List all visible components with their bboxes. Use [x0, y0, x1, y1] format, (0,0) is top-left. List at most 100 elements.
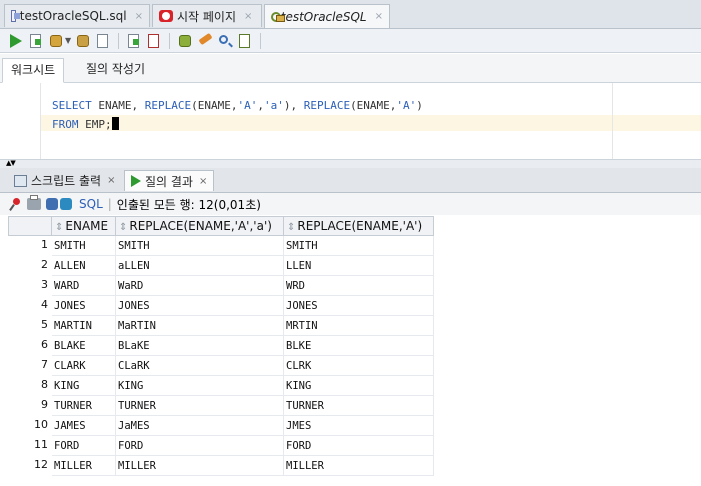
tab-worksheet[interactable]: 워크시트	[2, 58, 65, 83]
table-cell[interactable]: JMES	[284, 416, 434, 436]
row-number: 2	[41, 258, 48, 271]
table-cell[interactable]: KING	[116, 376, 284, 396]
tab-query-builder[interactable]: 질의 작성기	[78, 58, 153, 81]
close-icon[interactable]: ×	[244, 11, 252, 22]
table-cell[interactable]: JONES	[284, 296, 434, 316]
table-cell[interactable]: WRD	[284, 276, 434, 296]
sort-icon[interactable]: ⇕	[119, 222, 127, 233]
current-line-highlight	[41, 115, 701, 131]
table-cell[interactable]: BLaKE	[116, 336, 284, 356]
table-cell[interactable]: ALLEN	[52, 256, 116, 276]
column-header-replace-a-a[interactable]: ⇕ REPLACE(ENAME,'A','a')	[116, 216, 284, 236]
doc-tab-label: testOracleSQL	[280, 9, 367, 24]
table-cell[interactable]: JONES	[116, 296, 284, 316]
doc-tab-start-page[interactable]: 시작 페이지 ×	[152, 4, 262, 27]
doc-tab-label: testOracleSQL.sql	[19, 9, 127, 23]
find-icon[interactable]	[217, 33, 233, 49]
code-text: )	[416, 99, 423, 112]
table-cell[interactable]: SMITH	[52, 236, 116, 256]
code-text: (ENAME,	[350, 99, 397, 112]
table-cell[interactable]: FORD	[284, 436, 434, 456]
format-icon[interactable]	[237, 33, 253, 49]
tab-query-result[interactable]: 질의 결과 ×	[124, 170, 215, 191]
doc-tab-sql-file[interactable]: testOracleSQL.sql ×	[4, 4, 150, 27]
autotrace-icon[interactable]	[126, 33, 142, 49]
table-cell[interactable]: MaRTIN	[116, 316, 284, 336]
row-number: 11	[34, 438, 48, 451]
column-header-ename[interactable]: ⇕ ENAME	[52, 216, 116, 236]
sql-history-icon[interactable]	[177, 33, 193, 49]
code-keyword: SELECT	[52, 99, 92, 112]
column-header-replace-a[interactable]: ⇕ REPLACE(ENAME,'A')	[284, 216, 434, 236]
table-cell[interactable]: CLRK	[284, 356, 434, 376]
table-cell[interactable]: MILLER	[116, 456, 284, 476]
run-statement-icon[interactable]	[8, 33, 24, 49]
close-icon[interactable]: ×	[107, 175, 115, 186]
table-cell[interactable]: JaMES	[116, 416, 284, 436]
close-icon[interactable]: ×	[199, 176, 207, 187]
table-cell[interactable]: SMITH	[116, 236, 284, 256]
table-cell[interactable]: aLLEN	[116, 256, 284, 276]
code-keyword: REPLACE	[144, 99, 192, 112]
clear-icon[interactable]	[197, 32, 213, 49]
panel-splitter[interactable]: ▲▼	[0, 159, 701, 168]
sql-tuning-icon[interactable]	[146, 33, 162, 49]
table-cell[interactable]: MILLER	[52, 456, 116, 476]
commit-icon[interactable]	[48, 33, 64, 49]
table-cell[interactable]: MRTIN	[284, 316, 434, 336]
print-icon[interactable]	[27, 195, 41, 210]
code-text: ),	[283, 99, 304, 112]
doc-tab-connection[interactable]: testOracleSQL ×	[264, 4, 390, 28]
run-script-icon[interactable]	[28, 33, 44, 49]
code-string: 'a'	[263, 99, 284, 112]
code-string: 'A'	[237, 99, 258, 112]
sql-editor[interactable]: SELECT ENAME, REPLACE(ENAME,'A','a'), RE…	[0, 83, 701, 160]
table-cell[interactable]: WaRD	[116, 276, 284, 296]
table-cell[interactable]: CLARK	[52, 356, 116, 376]
code-keyword: REPLACE	[303, 99, 351, 112]
sort-icon[interactable]: ⇕	[287, 222, 295, 233]
sort-icon[interactable]: ⇕	[55, 222, 63, 233]
start-page-icon	[159, 10, 173, 22]
table-cell[interactable]: FORD	[116, 436, 284, 456]
document-tab-bar: testOracleSQL.sql × 시작 페이지 × testOracleS…	[0, 0, 701, 29]
table-cell[interactable]: LLEN	[284, 256, 434, 276]
table-cell[interactable]: BLKE	[284, 336, 434, 356]
rollback-icon[interactable]	[75, 33, 91, 49]
table-cell[interactable]: TURNER	[116, 396, 284, 416]
table-cell[interactable]: WARD	[52, 276, 116, 296]
grid-corner	[8, 216, 52, 236]
code-text: (ENAME,	[191, 99, 238, 112]
close-icon[interactable]: ×	[375, 11, 383, 22]
table-cell[interactable]: MILLER	[284, 456, 434, 476]
doc-tab-label: 시작 페이지	[177, 9, 237, 24]
row-number: 5	[41, 318, 48, 331]
close-icon[interactable]: ×	[135, 11, 143, 22]
sql-link[interactable]: SQL	[79, 197, 103, 211]
table-cell[interactable]: JAMES	[52, 416, 116, 436]
table-cell[interactable]: KING	[52, 376, 116, 396]
code-string: 'A'	[396, 99, 417, 112]
table-cell[interactable]: FORD	[52, 436, 116, 456]
tab-script-output[interactable]: 스크립트 출력 ×	[8, 170, 121, 191]
pin-icon[interactable]	[10, 198, 22, 210]
table-cell[interactable]: JONES	[52, 296, 116, 316]
row-number: 7	[41, 358, 48, 371]
code-text: ,	[257, 99, 264, 112]
table-cell[interactable]: CLaRK	[116, 356, 284, 376]
script-output-icon	[14, 174, 27, 187]
table-cell[interactable]: TURNER	[284, 396, 434, 416]
table-cell[interactable]: TURNER	[52, 396, 116, 416]
db-connection-icon	[271, 10, 285, 23]
table-cell[interactable]: KING	[284, 376, 434, 396]
refresh-icon[interactable]	[46, 197, 74, 211]
chevron-down-icon[interactable]: ▼	[65, 36, 71, 45]
table-cell[interactable]: BLAKE	[52, 336, 116, 356]
toolbar-divider	[169, 32, 171, 49]
code-text: ENAME,	[91, 99, 145, 112]
table-cell[interactable]: MARTIN	[52, 316, 116, 336]
worksheet-toolbar: ▼	[0, 29, 701, 53]
collapse-arrows-icon[interactable]: ▲▼	[6, 159, 16, 167]
table-cell[interactable]: SMITH	[284, 236, 434, 256]
explain-plan-icon[interactable]	[95, 33, 111, 49]
